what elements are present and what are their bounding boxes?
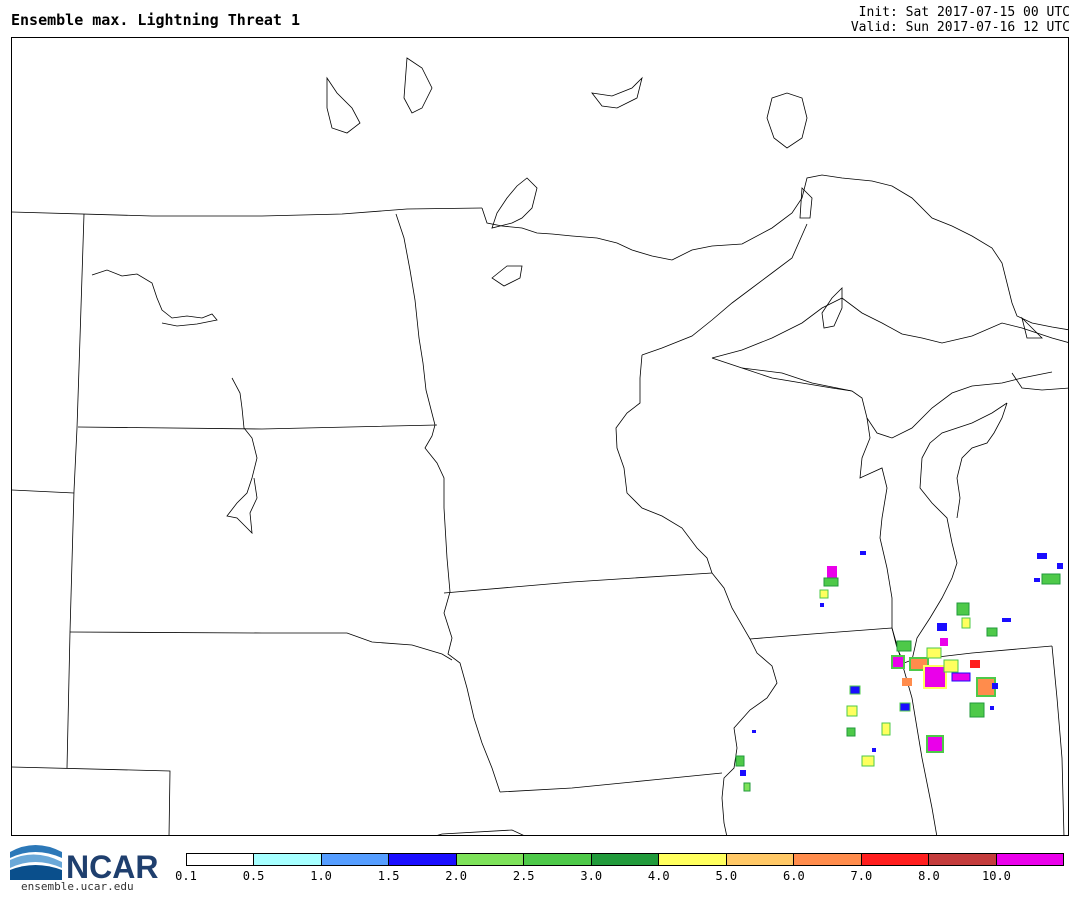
colorbar-segment — [591, 854, 660, 865]
lightning-cells — [735, 551, 1063, 792]
map-title: Ensemble max. Lightning Threat 1 — [11, 11, 300, 29]
colorbar-segment — [929, 854, 997, 865]
map-panel — [11, 37, 1069, 836]
state-boundaries — [12, 57, 1068, 835]
colorbar-segment — [996, 854, 1064, 865]
colorbar-segment — [726, 854, 795, 865]
colorbar-tick-label: 3.0 — [580, 869, 603, 883]
colorbar-tick-label: 2.0 — [445, 869, 467, 883]
colorbar-tick-label: 5.0 — [715, 869, 738, 883]
colorbar-tick-label: 7.0 — [850, 869, 873, 883]
colorbar-segment — [254, 854, 322, 865]
colorbar-tick-label: 0.1 — [175, 869, 197, 883]
colorbar-tick-label: 0.5 — [242, 869, 265, 883]
colorbar-tick-label: 4.0 — [647, 869, 670, 883]
colorbar-tick-label: 1.5 — [377, 869, 400, 883]
colorbar-ticks: 0.1 0.5 1.0 1.5 2.0 2.5 3.0 4.0 5.0 6.0 7.0 8.0 10.0 — [0, 869, 1080, 885]
colorbar-segment — [524, 854, 592, 865]
time-info: Init: Sat 2017-07-15 00 UTC Valid: Sun 2… — [851, 5, 1070, 35]
colorbar-tick-label: 10.0 — [982, 869, 1011, 883]
colorbar-segment — [861, 854, 930, 865]
colorbar-tick-label: 2.5 — [512, 869, 535, 883]
colorbar — [186, 853, 1064, 866]
colorbar-segment — [187, 854, 255, 865]
colorbar-tick-label: 8.0 — [918, 869, 940, 883]
map-canvas — [12, 57, 1068, 835]
init-time: Init: Sat 2017-07-15 00 UTC — [858, 5, 1070, 20]
colorbar-segment — [321, 854, 390, 865]
colorbar-segment — [794, 854, 862, 865]
colorbar-segment — [659, 854, 727, 865]
colorbar-segment — [456, 854, 525, 865]
colorbar-tick-label: 1.0 — [310, 869, 332, 883]
colorbar-tick-label: 6.0 — [783, 869, 805, 883]
colorbar-segment — [389, 854, 457, 865]
valid-time: Valid: Sun 2017-07-16 12 UTC — [850, 20, 1070, 35]
